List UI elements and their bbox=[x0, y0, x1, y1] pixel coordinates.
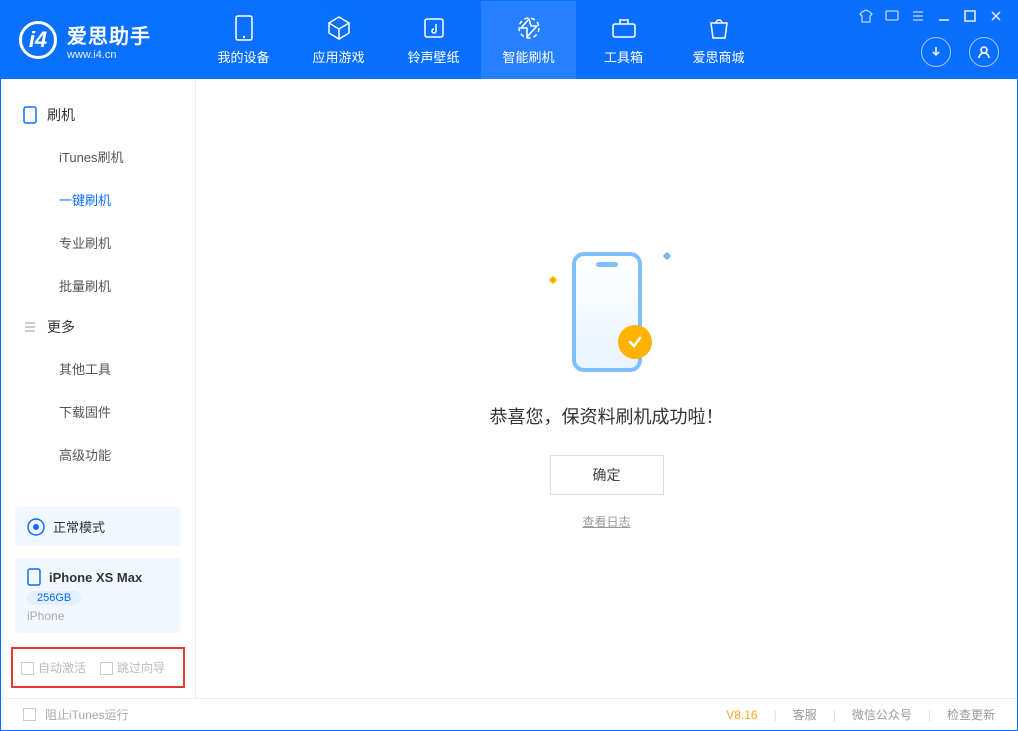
view-log-link[interactable]: 查看日志 bbox=[582, 513, 630, 530]
app-name-en: www.i4.cn bbox=[67, 49, 151, 61]
block-itunes-checkbox[interactable]: 阻止iTunes运行 bbox=[23, 706, 129, 723]
tab-label: 我的设备 bbox=[217, 47, 269, 66]
content-area: 恭喜您，保资料刷机成功啦！ 确定 查看日志 bbox=[196, 79, 1017, 698]
tab-flash[interactable]: 智能刷机 bbox=[481, 1, 576, 79]
sidebar-item-pro-flash[interactable]: 专业刷机 bbox=[1, 221, 195, 264]
device-capacity: 256GB bbox=[27, 591, 81, 605]
minimize-icon[interactable] bbox=[937, 9, 951, 23]
cube-icon bbox=[326, 15, 352, 41]
skip-guide-checkbox[interactable]: 跳过向导 bbox=[100, 659, 165, 676]
phone-icon bbox=[23, 106, 37, 124]
mode-label: 正常模式 bbox=[53, 517, 105, 536]
device-icon bbox=[231, 15, 257, 41]
options-row: 自动激活 跳过向导 bbox=[11, 647, 185, 688]
footer: 阻止iTunes运行 V8.16 | 客服 | 微信公众号 | 检查更新 bbox=[1, 698, 1017, 730]
app-name-cn: 爱思助手 bbox=[67, 20, 151, 49]
skip-guide-label: 跳过向导 bbox=[117, 661, 165, 675]
tab-label: 铃声壁纸 bbox=[407, 47, 459, 66]
tab-label: 应用游戏 bbox=[312, 47, 364, 66]
ok-button[interactable]: 确定 bbox=[550, 455, 664, 495]
user-icon[interactable] bbox=[969, 37, 999, 67]
success-message: 恭喜您，保资料刷机成功啦！ bbox=[490, 403, 724, 429]
tab-label: 爱思商城 bbox=[692, 47, 744, 66]
list-icon bbox=[23, 320, 37, 334]
sidebar-item-itunes-flash[interactable]: iTunes刷机 bbox=[1, 135, 195, 178]
section-label: 更多 bbox=[47, 317, 75, 337]
sparkle-icon bbox=[548, 276, 556, 284]
mode-box[interactable]: 正常模式 bbox=[15, 507, 181, 546]
device-type: iPhone bbox=[27, 609, 169, 623]
tab-my-device[interactable]: 我的设备 bbox=[196, 1, 291, 79]
auto-activate-checkbox[interactable]: 自动激活 bbox=[21, 659, 86, 676]
sidebar-item-batch-flash[interactable]: 批量刷机 bbox=[1, 264, 195, 307]
tab-store[interactable]: 爱思商城 bbox=[671, 1, 766, 79]
music-icon bbox=[421, 15, 447, 41]
support-link[interactable]: 客服 bbox=[793, 706, 817, 723]
sidebar-section-flash: 刷机 bbox=[1, 95, 195, 135]
menu-icon[interactable] bbox=[911, 9, 925, 23]
nav-tabs: 我的设备 应用游戏 铃声壁纸 智能刷机 工具箱 爱思商城 bbox=[196, 1, 766, 79]
mode-icon bbox=[27, 518, 45, 536]
auto-activate-label: 自动激活 bbox=[38, 661, 86, 675]
header-action-icons bbox=[921, 37, 999, 67]
sidebar-item-other-tools[interactable]: 其他工具 bbox=[1, 347, 195, 390]
window-controls bbox=[859, 9, 1003, 23]
device-box[interactable]: iPhone XS Max 256GB iPhone bbox=[15, 558, 181, 633]
maximize-icon[interactable] bbox=[963, 9, 977, 23]
tab-toolbox[interactable]: 工具箱 bbox=[576, 1, 671, 79]
refresh-icon bbox=[516, 15, 542, 41]
shirt-icon[interactable] bbox=[859, 9, 873, 23]
tab-apps[interactable]: 应用游戏 bbox=[291, 1, 386, 79]
sidebar-item-download-firmware[interactable]: 下载固件 bbox=[1, 390, 195, 433]
download-icon[interactable] bbox=[921, 37, 951, 67]
sparkle-icon bbox=[662, 252, 670, 260]
tab-ringtones[interactable]: 铃声壁纸 bbox=[386, 1, 481, 79]
section-label: 刷机 bbox=[47, 105, 75, 125]
device-phone-icon bbox=[27, 568, 41, 586]
sidebar: 刷机 iTunes刷机 一键刷机 专业刷机 批量刷机 更多 其他工具 下载固件 … bbox=[1, 79, 196, 698]
sidebar-item-advanced[interactable]: 高级功能 bbox=[1, 433, 195, 476]
sidebar-section-more: 更多 bbox=[1, 307, 195, 347]
tab-label: 智能刷机 bbox=[502, 47, 554, 66]
success-illustration bbox=[552, 247, 662, 377]
logo-icon: i4 bbox=[19, 21, 57, 59]
toolbox-icon bbox=[611, 15, 637, 41]
check-update-link[interactable]: 检查更新 bbox=[947, 706, 995, 723]
close-icon[interactable] bbox=[989, 9, 1003, 23]
logo-text: 爱思助手 www.i4.cn bbox=[67, 20, 151, 61]
device-name: iPhone XS Max bbox=[49, 570, 142, 585]
version-label: V8.16 bbox=[726, 708, 757, 722]
tab-label: 工具箱 bbox=[604, 47, 643, 66]
wechat-link[interactable]: 微信公众号 bbox=[852, 706, 912, 723]
block-itunes-label: 阻止iTunes运行 bbox=[45, 706, 129, 723]
feedback-icon[interactable] bbox=[885, 9, 899, 23]
bag-icon bbox=[706, 15, 732, 41]
app-header: i4 爱思助手 www.i4.cn 我的设备 应用游戏 铃声壁纸 智能刷机 工具… bbox=[1, 1, 1017, 79]
sidebar-item-oneclick-flash[interactable]: 一键刷机 bbox=[1, 178, 195, 221]
logo-area: i4 爱思助手 www.i4.cn bbox=[1, 20, 196, 61]
check-badge-icon bbox=[618, 325, 652, 359]
